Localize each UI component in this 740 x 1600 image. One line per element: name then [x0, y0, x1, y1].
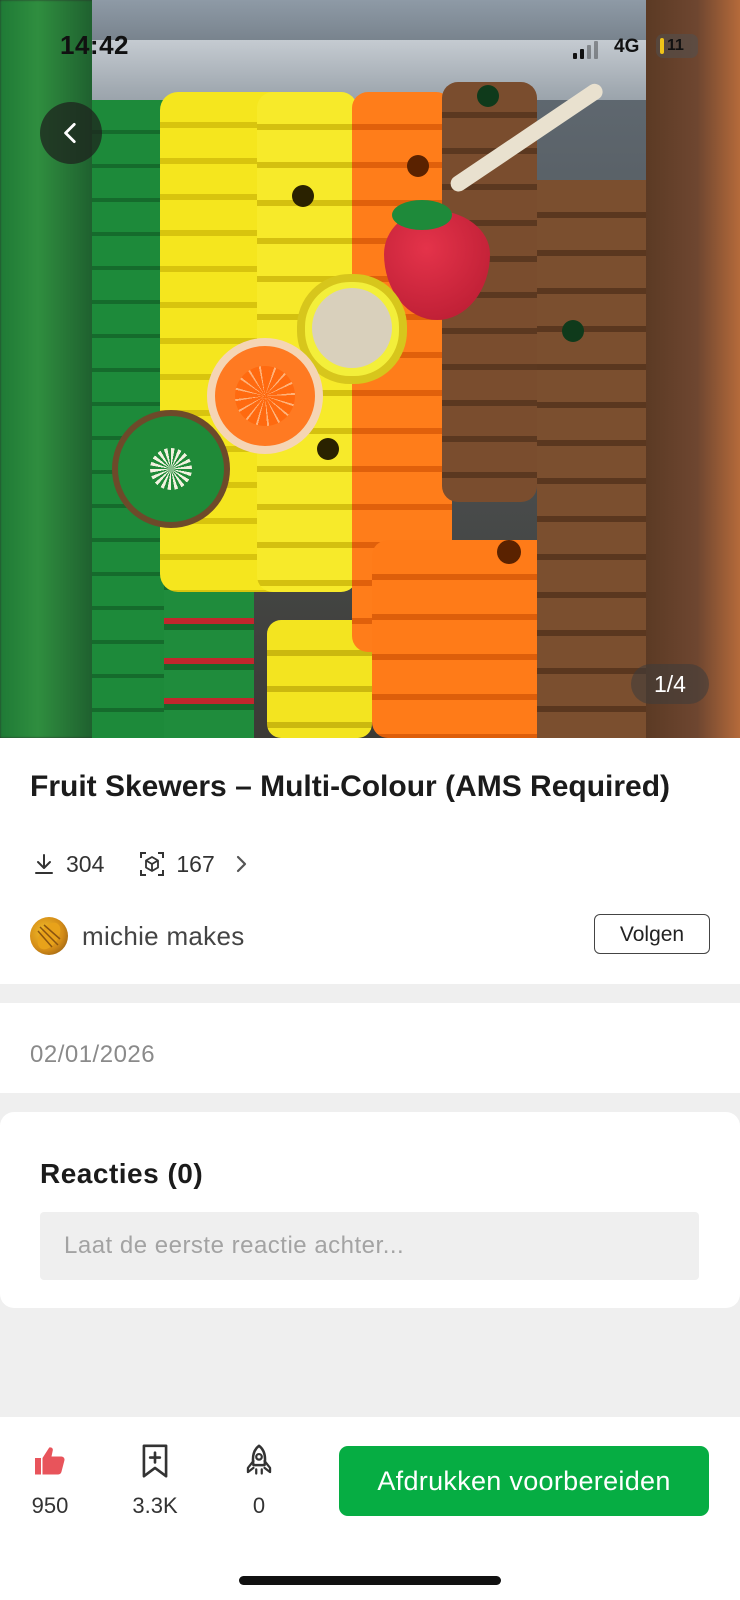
model-stats[interactable]: 304 167 [32, 850, 251, 878]
print-count: 167 [138, 850, 250, 878]
chevron-right-icon [236, 855, 246, 873]
follow-button[interactable]: Volgen [594, 914, 710, 954]
comments-section: Reacties (0) [0, 1112, 740, 1308]
prepare-print-button[interactable]: Afdrukken voorbereiden [339, 1446, 709, 1516]
signal-icon [573, 41, 598, 59]
model-info-card: Fruit Skewers – Multi-Colour (AMS Requir… [0, 738, 740, 984]
status-time: 14:42 [60, 30, 129, 60]
author-name[interactable]: michie makes [82, 921, 245, 952]
publish-date: 02/01/2026 [30, 1041, 156, 1068]
rocket-icon [246, 1444, 272, 1475]
like-button[interactable]: 950 [10, 1443, 90, 1519]
battery-icon: 11 [656, 34, 698, 58]
model-image-gallery[interactable]: 14:42 4G 11 1/4 [0, 0, 740, 738]
author-avatar[interactable] [30, 917, 68, 955]
model-title: Fruit Skewers – Multi-Colour (AMS Requir… [30, 770, 671, 803]
collect-count: 3.3K [132, 1493, 178, 1518]
battery-level: 11 [667, 37, 684, 54]
status-bar: 14:42 4G 11 [0, 0, 740, 95]
print-count-value: 167 [176, 850, 215, 877]
thumbs-up-icon [35, 1447, 65, 1475]
comments-title: Reacties (0) [40, 1158, 204, 1189]
back-arrow-icon [64, 122, 76, 144]
bookmark-plus-icon [142, 1444, 168, 1478]
download-count-value: 304 [66, 850, 105, 877]
cube-scan-icon [140, 852, 165, 876]
boost-button[interactable]: 0 [219, 1443, 299, 1519]
network-type: 4G [614, 36, 640, 57]
boost-count: 0 [252, 1493, 266, 1518]
author-row: michie makes Volgen [30, 914, 710, 958]
bottom-action-bar: 950 3.3K 0 Afdrukken voorbereiden [0, 1417, 740, 1600]
collect-button[interactable]: 3.3K [115, 1443, 195, 1519]
publish-date-card: 02/01/2026 [0, 1003, 740, 1093]
like-count: 950 [31, 1493, 69, 1518]
download-count: 304 [32, 851, 104, 878]
home-indicator[interactable] [239, 1576, 501, 1585]
model-photo [92, 0, 646, 738]
download-icon [35, 854, 53, 874]
back-button[interactable] [40, 102, 102, 164]
comment-input[interactable] [40, 1212, 699, 1280]
gallery-page-indicator: 1/4 [631, 664, 709, 704]
